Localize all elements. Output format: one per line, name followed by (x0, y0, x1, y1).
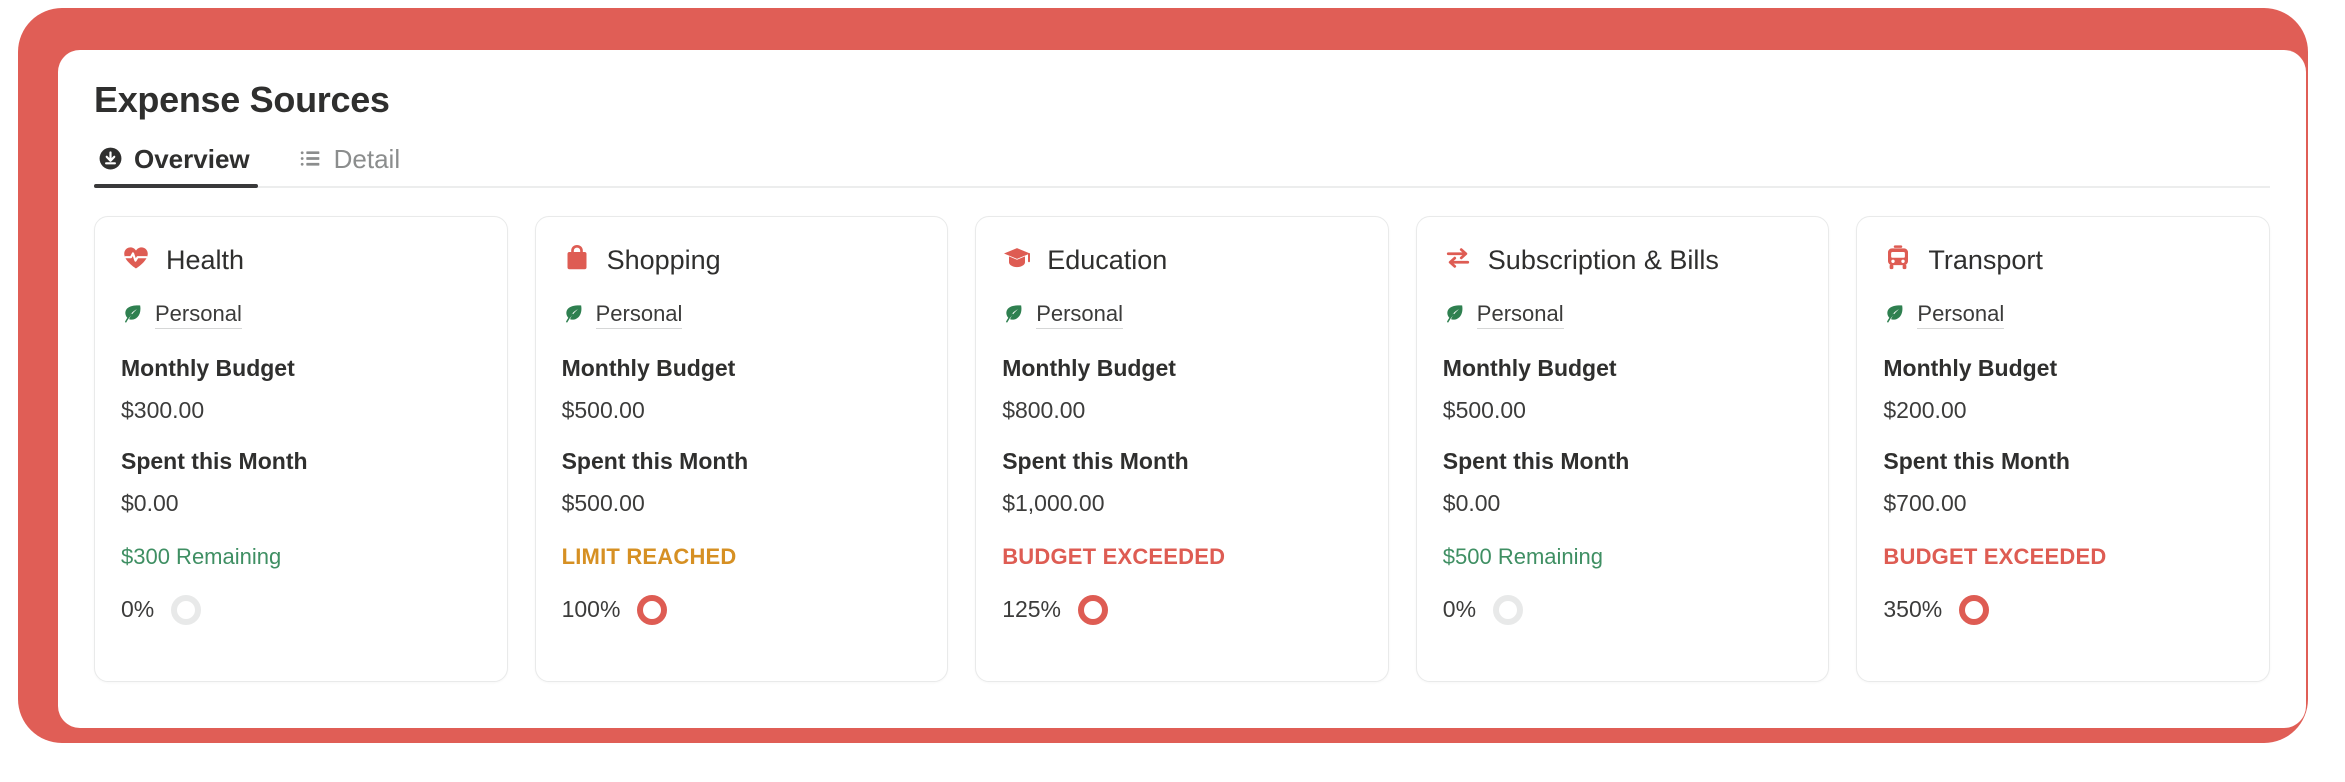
progress-ring (1078, 594, 1109, 625)
leaf-icon (121, 302, 144, 330)
bus-icon (1883, 243, 1913, 278)
spent-this-month-value: $0.00 (121, 490, 179, 517)
card-title: Shopping (606, 244, 721, 275)
expense-card-transport[interactable]: Transport Personal Monthly Budget $200.0… (1856, 215, 2270, 682)
owner-row[interactable]: Personal (1443, 301, 1803, 330)
progress-row: 0% (121, 594, 481, 625)
owner-row[interactable]: Personal (121, 301, 481, 330)
progress-ring (171, 594, 202, 625)
monthly-budget-label: Monthly Budget (1442, 354, 1617, 381)
card-title: Subscription & Bills (1487, 244, 1719, 275)
expense-sources-panel: Expense Sources Overview Detail Health P… (58, 50, 2306, 728)
spent-this-month-value: $1,000.00 (1002, 490, 1105, 517)
owner-label: Personal (1917, 301, 2005, 330)
card-header: Health (121, 243, 481, 278)
card-header: Transport (1883, 243, 2243, 278)
leaf-icon (1883, 302, 1906, 330)
spent-this-month-value: $700.00 (1883, 490, 1967, 517)
expense-source-card-grid: Health Personal Monthly Budget $300.00 S… (94, 215, 2270, 682)
download-circle-icon (98, 146, 123, 171)
card-header: Education (1002, 243, 1362, 278)
monthly-budget-label: Monthly Budget (121, 354, 295, 381)
owner-label: Personal (155, 301, 242, 330)
spent-this-month-label: Spent this Month (1442, 448, 1630, 475)
spent-this-month-label: Spent this Month (1002, 448, 1189, 475)
expense-card-shopping[interactable]: Shopping Personal Monthly Budget $500.00 (534, 215, 949, 682)
shopping-bag-icon (562, 243, 592, 278)
progress-percent-label: 125% (1002, 596, 1062, 623)
progress-percent-label: 350% (1883, 596, 1943, 623)
progress-row: 125% (1002, 594, 1362, 625)
expense-card-health[interactable]: Health Personal Monthly Budget $300.00 S… (94, 215, 508, 682)
leaf-icon (1002, 302, 1025, 330)
owner-label: Personal (1476, 301, 1564, 330)
owner-row[interactable]: Personal (1883, 301, 2243, 330)
page-title: Expense Sources (94, 79, 390, 120)
status-badge: $500 Remaining (1442, 543, 1604, 569)
progress-ring (637, 594, 668, 625)
spent-this-month-label: Spent this Month (561, 448, 749, 475)
monthly-budget-value: $800.00 (1002, 396, 1086, 423)
status-badge: LIMIT REACHED (561, 543, 737, 569)
leaf-icon (1443, 302, 1466, 330)
monthly-budget-label: Monthly Budget (1883, 354, 2058, 381)
progress-percent-label: 0% (1442, 596, 1477, 623)
spent-this-month-value: $0.00 (1442, 490, 1501, 517)
card-header: Shopping (562, 243, 922, 278)
graduation-cap-icon (1002, 243, 1032, 278)
status-badge: BUDGET EXCEEDED (1002, 543, 1226, 569)
progress-row: 100% (561, 594, 922, 625)
card-header: Subscription & Bills (1443, 243, 1803, 278)
tab-overview-label: Overview (134, 143, 250, 174)
card-title: Transport (1928, 244, 2043, 275)
heart-pulse-icon (121, 243, 151, 278)
monthly-budget-value: $500.00 (1442, 396, 1526, 423)
status-badge: $300 Remaining (121, 543, 282, 569)
owner-row[interactable]: Personal (562, 301, 922, 330)
tab-bar: Overview Detail (94, 146, 2270, 188)
monthly-budget-label: Monthly Budget (561, 354, 736, 381)
progress-ring (1959, 594, 1990, 625)
list-icon (298, 146, 323, 171)
spent-this-month-label: Spent this Month (1883, 448, 2070, 475)
status-badge: BUDGET EXCEEDED (1883, 543, 2107, 569)
progress-row: 0% (1442, 594, 1803, 625)
progress-percent-label: 100% (561, 596, 621, 623)
card-title: Education (1047, 244, 1168, 275)
owner-label: Personal (595, 301, 683, 330)
expense-card-education[interactable]: Education Personal Monthly Budget $800.0… (975, 215, 1389, 682)
monthly-budget-value: $200.00 (1883, 396, 1967, 423)
expense-card-subscription-bills[interactable]: Subscription & Bills Personal Monthly Bu… (1415, 215, 1830, 682)
owner-label: Personal (1036, 301, 1124, 330)
leaf-icon (562, 302, 585, 330)
recurring-arrows-icon (1443, 243, 1473, 278)
spent-this-month-label: Spent this Month (121, 448, 308, 475)
monthly-budget-value: $300.00 (121, 396, 205, 423)
progress-ring (1493, 594, 1524, 625)
monthly-budget-label: Monthly Budget (1002, 354, 1176, 381)
progress-row: 350% (1883, 594, 2243, 625)
progress-percent-label: 0% (121, 596, 155, 623)
owner-row[interactable]: Personal (1002, 301, 1362, 330)
spent-this-month-value: $500.00 (561, 490, 645, 517)
tab-detail-label: Detail (333, 143, 401, 174)
tab-detail[interactable]: Detail (272, 146, 422, 186)
tab-overview[interactable]: Overview (94, 143, 272, 188)
app-red-frame: Expense Sources Overview Detail Health P… (18, 8, 2308, 743)
monthly-budget-value: $500.00 (561, 396, 645, 423)
card-title: Health (166, 244, 245, 275)
